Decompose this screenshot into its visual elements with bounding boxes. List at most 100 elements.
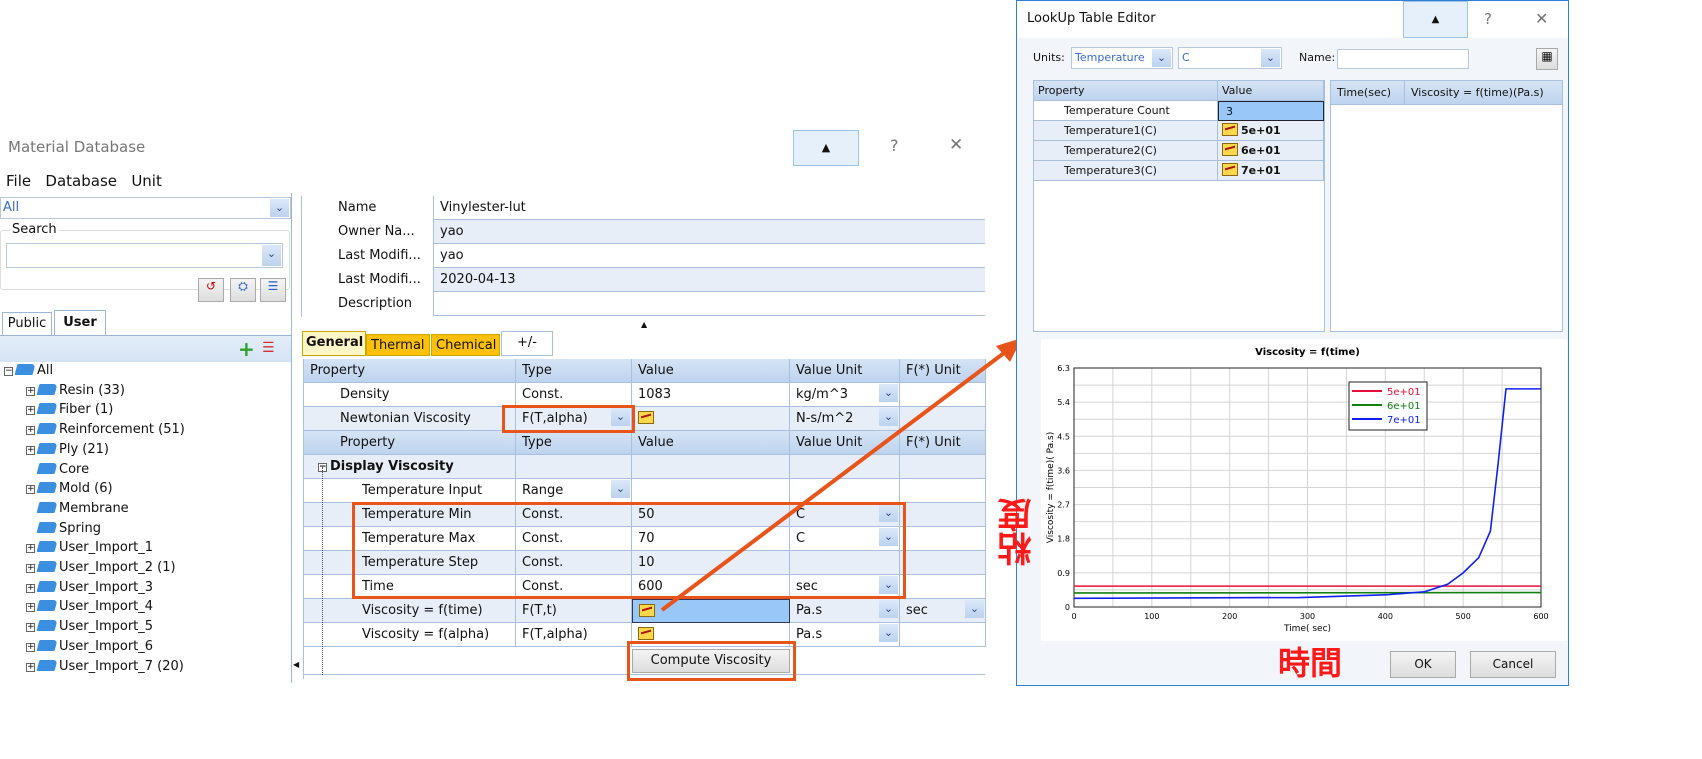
menu-unit[interactable]: Unit	[131, 172, 162, 190]
cell-value[interactable]: 3	[1218, 101, 1324, 121]
expand-icon[interactable]: +	[26, 426, 35, 436]
tree-item[interactable]: + User_Import_2 (1)	[26, 558, 176, 578]
chevron-down-icon[interactable]: ⌄	[270, 199, 289, 217]
cell-f[interactable]: sec ⌄	[900, 599, 986, 623]
cell-f[interactable]	[900, 551, 986, 575]
reset-icon[interactable]: ↺	[198, 278, 224, 302]
tree-item[interactable]: +Spring	[26, 519, 101, 539]
close-button[interactable]: ✕	[949, 135, 963, 155]
tree-item[interactable]: +Core	[26, 460, 89, 480]
tab-chemical[interactable]: Chemical	[431, 334, 500, 356]
info-value[interactable]	[434, 292, 986, 316]
unit-select[interactable]: C ⌄	[1178, 47, 1282, 69]
cell-u[interactable]: N-s/m^2 ⌄	[790, 407, 900, 431]
cell-f[interactable]	[900, 479, 986, 503]
tab-add-remove[interactable]: +/-	[501, 331, 553, 356]
expand-icon[interactable]: +	[26, 662, 35, 672]
chart-icon[interactable]	[638, 411, 654, 424]
cell-u[interactable]: kg/m^3 ⌄	[790, 383, 900, 407]
tab-general[interactable]: General	[302, 331, 366, 356]
tree-item[interactable]: + Ply (21)	[26, 440, 109, 460]
cell-v[interactable]	[632, 407, 790, 431]
tree-item[interactable]: + User_Import_3	[26, 578, 153, 598]
cell-value[interactable]: 6e+01	[1218, 141, 1324, 161]
restore-button[interactable]: ▲	[793, 130, 859, 166]
menu-file[interactable]: File	[6, 172, 31, 190]
close-button[interactable]: ✕	[1535, 9, 1548, 28]
cell-v[interactable]	[632, 599, 790, 623]
expand-icon[interactable]: +	[26, 406, 35, 416]
cancel-button[interactable]: Cancel	[1470, 651, 1556, 678]
tree-item[interactable]: + User_Import_5	[26, 617, 153, 637]
tab-thermal[interactable]: Thermal	[366, 334, 430, 356]
sort-icon[interactable]: ☰	[262, 340, 275, 356]
tree-item[interactable]: − All	[4, 361, 53, 381]
tree-item[interactable]: + Fiber (1)	[26, 400, 113, 420]
expand-icon[interactable]: +	[26, 603, 35, 613]
splitter-up-icon[interactable]: ▲	[641, 320, 647, 329]
expand-icon[interactable]: +	[26, 623, 35, 633]
expand-icon[interactable]: +	[26, 583, 35, 593]
cell-f[interactable]	[900, 503, 986, 527]
cell-u[interactable]: Pa.s ⌄	[790, 599, 900, 623]
cell-f[interactable]	[900, 623, 986, 647]
chart-icon[interactable]	[1222, 163, 1238, 176]
splitter[interactable]	[291, 193, 292, 683]
tree-item[interactable]: + User_Import_7 (20)	[26, 657, 184, 677]
chart-icon[interactable]	[1222, 123, 1238, 136]
list-icon[interactable]: ☰	[260, 278, 286, 302]
cell-v[interactable]	[632, 479, 790, 503]
tab-user[interactable]: User	[54, 310, 106, 335]
help-button[interactable]: ?	[890, 136, 899, 155]
group-row[interactable]: − Display Viscosity	[304, 455, 986, 479]
expand-icon[interactable]: +	[26, 642, 35, 652]
info-value[interactable]: Vinylester-lut	[434, 196, 986, 220]
add-icon[interactable]: +	[238, 337, 255, 361]
chevron-down-icon[interactable]: ⌄	[965, 600, 984, 618]
expand-icon[interactable]: +	[26, 485, 35, 495]
chevron-down-icon[interactable]: ⌄	[879, 600, 898, 618]
expand-icon[interactable]: +	[26, 544, 35, 554]
tree-item[interactable]: + Resin (33)	[26, 381, 125, 401]
info-value[interactable]: yao	[434, 244, 986, 268]
cell-f[interactable]	[900, 527, 986, 551]
restore-button[interactable]: ▲	[1403, 1, 1468, 38]
tree-item[interactable]: +Membrane	[26, 499, 129, 519]
chevron-down-icon[interactable]: ⌄	[1261, 49, 1280, 67]
cell-t[interactable]: F(T,t)	[516, 599, 632, 623]
chevron-down-icon[interactable]: ⌄	[879, 408, 898, 426]
chart-icon[interactable]	[1222, 143, 1238, 156]
category-filter[interactable]: All ⌄	[0, 197, 291, 219]
cell-u[interactable]: Pa.s ⌄	[790, 623, 900, 647]
chevron-down-icon[interactable]: ⌄	[1152, 49, 1171, 67]
cell-u[interactable]	[790, 479, 900, 503]
help-button[interactable]: ?	[1484, 10, 1492, 28]
chart-icon[interactable]	[638, 627, 654, 640]
info-value[interactable]: 2020-04-13	[434, 268, 986, 292]
chevron-down-icon[interactable]: ⌄	[879, 384, 898, 402]
chevron-down-icon[interactable]: ⌄	[611, 480, 630, 498]
menu-database[interactable]: Database	[45, 172, 117, 190]
binoculars-icon[interactable]: ⛭	[230, 278, 256, 302]
tab-public[interactable]: Public	[2, 312, 52, 335]
tree-item[interactable]: + User_Import_4	[26, 597, 153, 617]
cell-t[interactable]: F(T,alpha)	[516, 623, 632, 647]
cell-t[interactable]: Const.	[516, 383, 632, 407]
search-input[interactable]: ⌄	[6, 243, 283, 268]
calculator-icon[interactable]: ▦	[1536, 48, 1558, 70]
expand-icon[interactable]: +	[26, 564, 35, 573]
cell-t[interactable]: Range ⌄	[516, 479, 632, 503]
tree-item[interactable]: + User_Import_1	[26, 538, 153, 558]
expand-icon[interactable]: +	[26, 445, 35, 455]
info-value[interactable]: yao	[434, 220, 986, 244]
ok-button[interactable]: OK	[1390, 651, 1456, 678]
expand-icon[interactable]: +	[26, 386, 35, 396]
chart-icon[interactable]	[639, 604, 655, 617]
chevron-down-icon[interactable]: ⌄	[879, 624, 898, 642]
chevron-down-icon[interactable]: ⌄	[262, 245, 281, 266]
name-input[interactable]	[1337, 49, 1469, 69]
units-select[interactable]: Temperature ⌄	[1071, 47, 1173, 69]
tree-item[interactable]: + Mold (6)	[26, 479, 113, 499]
cell-value[interactable]: 7e+01	[1218, 161, 1324, 181]
cell-value[interactable]: 5e+01	[1218, 121, 1324, 141]
